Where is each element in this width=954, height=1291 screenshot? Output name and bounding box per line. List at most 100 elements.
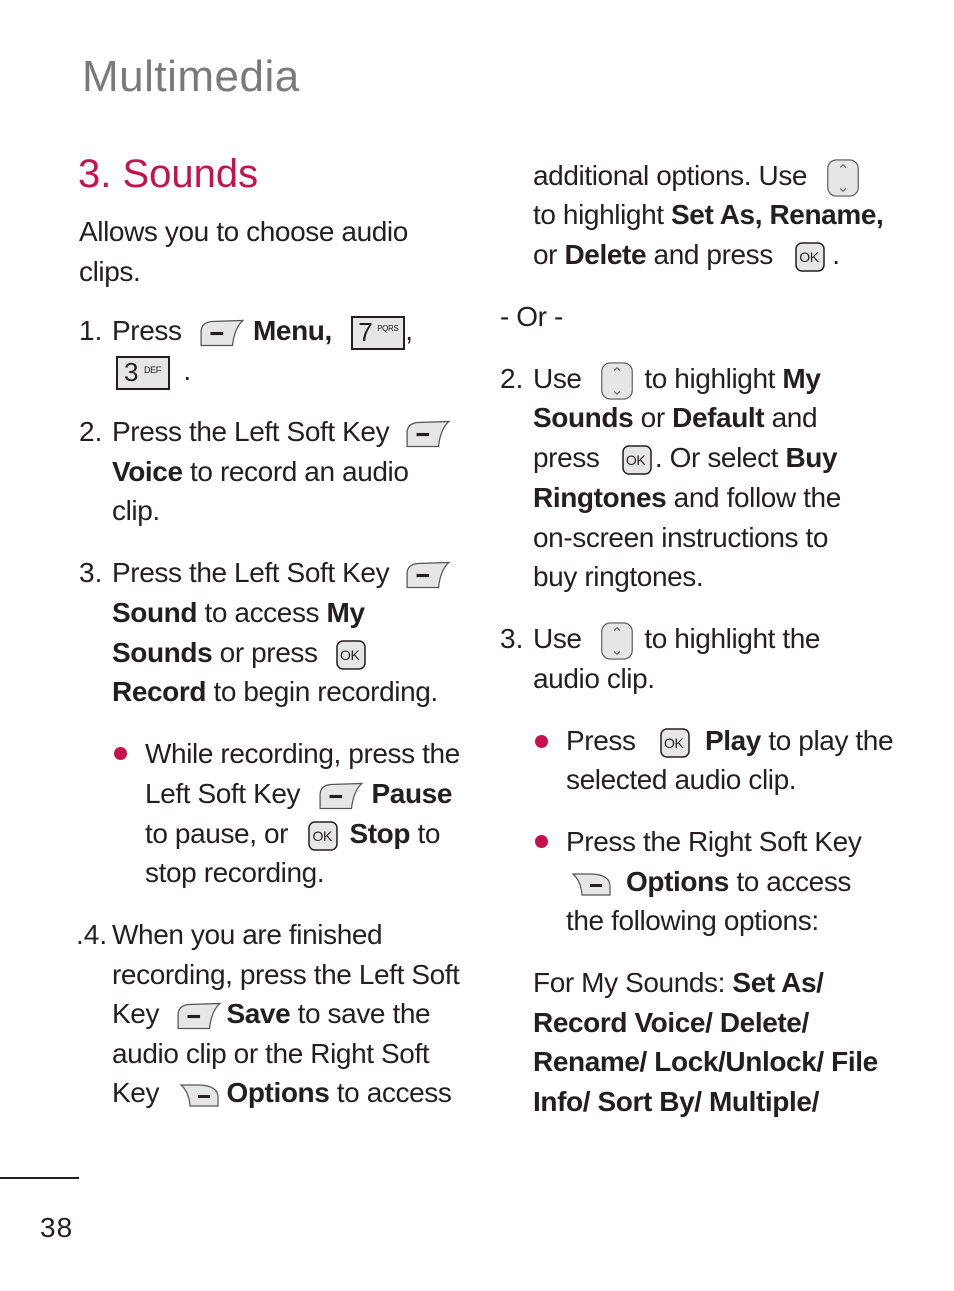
cont-text: or [533, 239, 565, 270]
step-number: 2. [79, 416, 103, 447]
bullet-icon [535, 735, 548, 748]
key-3-icon: 3 DEF [116, 355, 170, 390]
bullet1-text: to pause, or [145, 818, 289, 849]
cont-line2: to highlight Set As, Rename, [533, 195, 884, 235]
rbullet1-line2: selected audio clip. [566, 764, 797, 795]
pause-label: Pause [371, 778, 453, 809]
rbullet2-line2: Options to access [572, 862, 851, 902]
key-3-letters: DEF [144, 364, 161, 375]
delete-label: Delete [564, 239, 647, 270]
rstep3-line1: Use to highlight the [533, 619, 821, 661]
rstep3-text: to highlight the [636, 623, 821, 654]
step2-text: to record an audio [182, 456, 409, 487]
step2-line1: Press the Left Soft Key [112, 412, 451, 452]
step2-line2: Voice to record an audio [112, 452, 409, 492]
rstep2-text: . Or select [654, 442, 786, 473]
options-label: Options [226, 1077, 330, 1108]
step4-text: to access [329, 1077, 452, 1108]
bullet-icon [535, 835, 548, 848]
rstep2-line2: Sounds or Default and [533, 398, 818, 438]
bullet1-text: Left Soft Key [145, 778, 301, 809]
step1-line1: Press Menu, 7 PQRS , [112, 311, 413, 351]
step4-text: Key [112, 998, 160, 1029]
cont-line3: or Delete and press OK . [533, 235, 840, 275]
step3-text: Press the Left Soft Key [112, 557, 390, 588]
play-label: Play [704, 725, 761, 756]
rbullet2-text: to access [728, 866, 852, 897]
right-soft-key-icon [180, 1081, 220, 1109]
ok-key-icon: OK [335, 639, 367, 671]
intro-line-1: Allows you to choose audio [79, 216, 408, 247]
rstep2-line5: on-screen instructions to [533, 522, 829, 553]
left-soft-key-icon [176, 1002, 222, 1030]
key-7-letters: PQRS [377, 323, 399, 333]
footer-divider [0, 1177, 79, 1179]
key-7-digit: 7 [358, 316, 373, 347]
rstep2-text: and follow the [666, 482, 842, 513]
step1-line2: 3 DEF . [116, 351, 191, 391]
rstep2-text: Use [533, 363, 582, 394]
cont-line1: additional options. Use [533, 156, 861, 198]
or-separator: - Or - [500, 301, 563, 332]
left-soft-key-icon [199, 319, 245, 347]
left-soft-key-icon [405, 561, 451, 589]
step3-line4: Record to begin recording. [112, 672, 438, 712]
rstep3-line2: audio clip. [533, 663, 655, 694]
bullet1-line2: Left Soft Key Pause [145, 774, 452, 814]
step3-line2: Sound to access My [112, 593, 365, 633]
bullet1-line1: While recording, press the [145, 738, 460, 769]
step-number: .4. [76, 919, 108, 950]
rstep3-text: Use [533, 623, 582, 654]
rbullet1-text: Press [566, 725, 636, 756]
rbullet2-line1: Press the Right Soft Key [566, 826, 862, 857]
default-label: Default [672, 402, 765, 433]
ok-key-label: OK [312, 827, 332, 844]
step3-text: or press [212, 637, 318, 668]
press-text: Press [112, 315, 182, 346]
menu-label: Menu, [252, 315, 332, 346]
step-number: 3. [500, 623, 524, 654]
ok-key-label: OK [625, 451, 646, 468]
step4-text: Key [112, 1077, 160, 1108]
my-label: My [326, 597, 366, 628]
navigation-key-icon [599, 361, 635, 401]
step4-line2: recording, press the Left Soft [112, 959, 460, 990]
ok-key-label: OK [339, 646, 360, 663]
step3-line3: Sounds or press OK [112, 633, 367, 673]
key-3-digit: 3 [124, 356, 139, 387]
key-7-icon: 7 PQRS [351, 315, 406, 350]
rstep2-text: to highlight [636, 363, 783, 394]
rstep2-line6: buy ringtones. [533, 561, 704, 592]
mysounds-line4: Info/ Sort By/ Multiple/ [533, 1086, 819, 1117]
mysounds-label: For My Sounds: [533, 967, 733, 998]
buy-label: Buy [785, 442, 838, 473]
rstep2-text: and [764, 402, 818, 433]
left-soft-key-icon [318, 782, 364, 810]
ok-key-icon: OK [621, 444, 653, 476]
period: . [832, 239, 840, 270]
period: . [183, 355, 191, 386]
step4-line5: Key Options to access [112, 1073, 452, 1113]
intro-line-2: clips. [79, 256, 141, 287]
step4-line1: When you are finished [112, 919, 383, 950]
voice-label: Voice [112, 456, 183, 487]
ok-key-icon: OK [307, 820, 339, 852]
bullet1-line3: to pause, or OK Stop to [145, 814, 440, 854]
cont-text: and press [646, 239, 774, 270]
record-label: Record [112, 676, 207, 707]
bullet1-line4: stop recording. [145, 857, 325, 888]
mysounds-options: Set As/ [732, 967, 824, 998]
chapter-title: Multimedia [82, 52, 300, 101]
ok-key-label: OK [799, 248, 819, 265]
ok-key-icon: OK [794, 241, 826, 273]
navigation-key-icon [599, 621, 635, 661]
step-number: 2. [500, 363, 524, 394]
step4-line3: Key Save to save the [112, 994, 431, 1034]
rbullet1-line1: Press OK Play to play the [566, 721, 894, 761]
rstep2-line3: press OK . Or select Buy [533, 438, 838, 478]
rstep2-line1: Use to highlight My [533, 359, 821, 401]
step2-line3: clip. [112, 495, 160, 526]
page-number: 38 [40, 1212, 74, 1243]
step3-text: to access [197, 597, 327, 628]
step2-text: Press the Left Soft Key [112, 416, 390, 447]
